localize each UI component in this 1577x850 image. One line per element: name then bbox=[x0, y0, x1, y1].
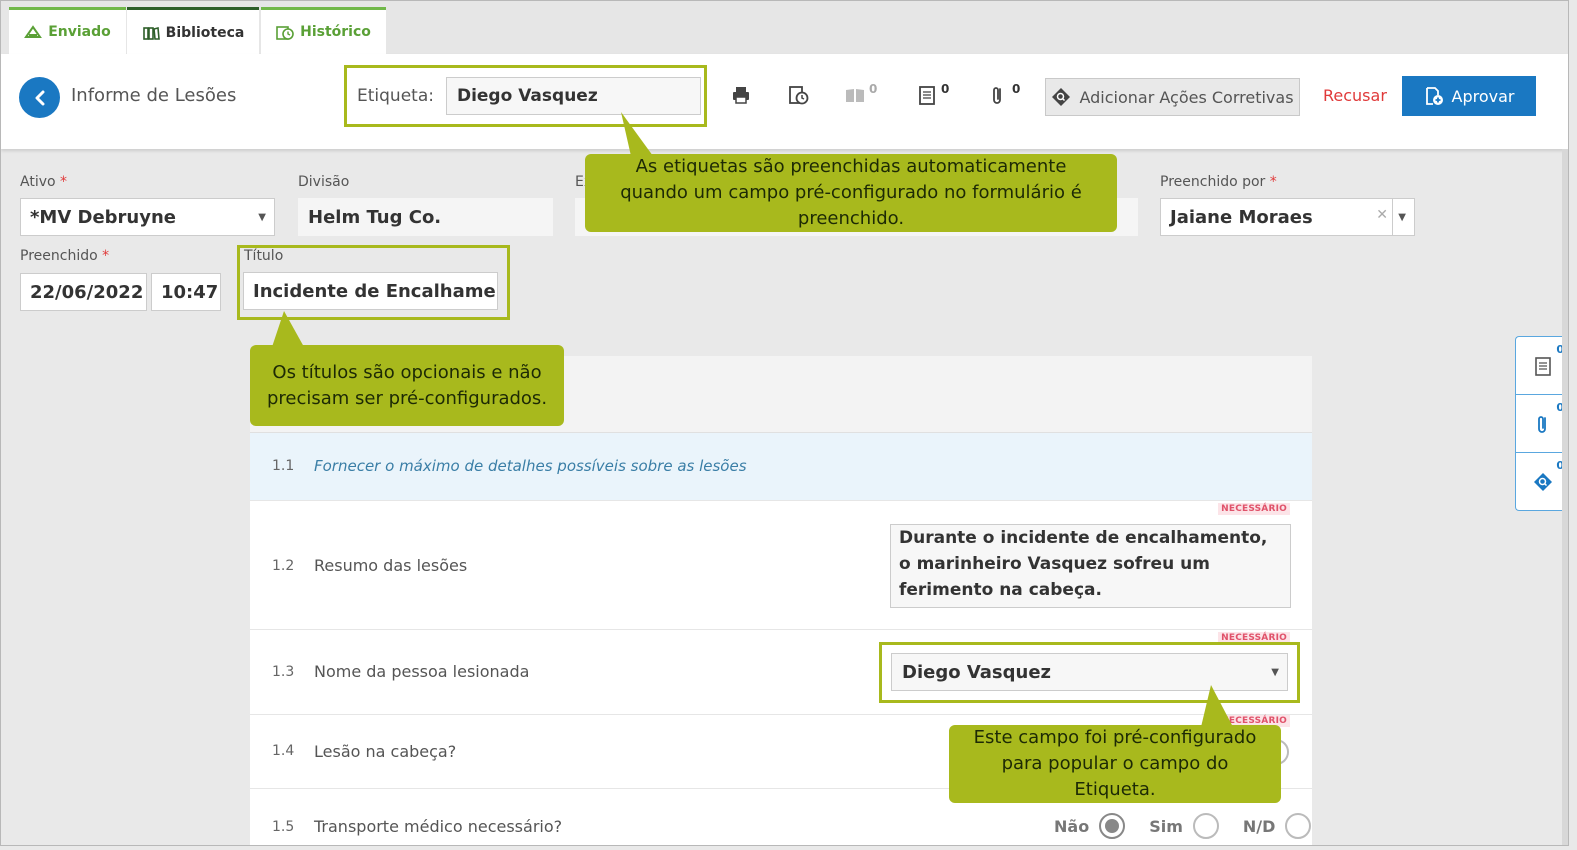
book-count: 0 bbox=[869, 82, 878, 96]
form-header: Informe de Lesões Etiqueta: Diego Vasque… bbox=[1, 54, 1568, 149]
callout-pointer bbox=[272, 311, 304, 347]
question-text: Resumo das lesões bbox=[314, 556, 468, 575]
tab-enviado[interactable]: Enviado bbox=[9, 7, 126, 54]
etiqueta-label: Etiqueta: bbox=[357, 86, 434, 106]
callout-pointer bbox=[1201, 685, 1233, 727]
callout-text: Os títulos são opcionais e não precisam … bbox=[266, 361, 548, 409]
paperclip-icon bbox=[993, 87, 1001, 104]
row-number: 1.2 bbox=[272, 558, 295, 574]
clock-document-icon bbox=[789, 86, 809, 105]
chevron-left-icon bbox=[35, 90, 44, 105]
row-number: 1.1 bbox=[272, 458, 295, 474]
side-panel: 0 0 0 bbox=[1515, 336, 1568, 511]
scrollbar[interactable] bbox=[1562, 149, 1568, 845]
print-button[interactable] bbox=[730, 84, 752, 106]
tab-biblioteca[interactable]: Biblioteca bbox=[127, 7, 259, 55]
divisao-label: Divisão bbox=[298, 174, 350, 190]
notes-icon bbox=[1535, 356, 1551, 376]
radio-label: Sim bbox=[1149, 816, 1183, 836]
library-icon bbox=[142, 26, 160, 40]
divider bbox=[1392, 199, 1393, 235]
preenchido-por-select[interactable]: Jaiane Moraes ✕ ▼ bbox=[1160, 198, 1415, 236]
callout-etiqueta: As etiquetas são preenchidas automaticam… bbox=[585, 112, 1117, 232]
question-text: Nome da pessoa lesionada bbox=[314, 662, 530, 681]
callout-text: As etiquetas são preenchidas automaticam… bbox=[620, 156, 1082, 229]
radio-nd[interactable] bbox=[1285, 813, 1312, 839]
callout-campo: Este campo foi pré-configurado para popu… bbox=[949, 685, 1281, 803]
paperclip-icon bbox=[1538, 415, 1546, 433]
question-text: Lesão na cabeça? bbox=[314, 742, 457, 761]
book-button[interactable]: 0 bbox=[844, 82, 878, 106]
pessoa-value: Diego Vasquez bbox=[902, 661, 1052, 683]
titulo-input[interactable]: Incidente de Encalhamento bbox=[243, 272, 498, 310]
tab-label: Histórico bbox=[300, 24, 371, 40]
print-icon bbox=[733, 87, 749, 104]
history-icon bbox=[276, 26, 294, 40]
attachments-count: 0 bbox=[1012, 82, 1021, 96]
diamond-search-icon bbox=[1052, 88, 1071, 106]
clear-icon[interactable]: ✕ bbox=[1376, 207, 1388, 223]
radio-label: Não bbox=[1054, 816, 1090, 836]
time-input[interactable]: 10:47 bbox=[151, 273, 221, 311]
titulo-label: Título bbox=[244, 248, 284, 264]
radio-group: Não Sim N/D bbox=[1054, 813, 1312, 839]
callout-titulo: Os títulos são opcionais e não precisam … bbox=[250, 311, 564, 426]
ativo-label: Ativo * bbox=[20, 174, 68, 190]
ativo-select[interactable]: *MV Debruyne ▼ bbox=[20, 198, 275, 236]
question-row: NECESSÁRIO 1.2 Resumo das lesões Durante… bbox=[250, 501, 1312, 630]
diamond-search-icon bbox=[1534, 473, 1552, 491]
caret-down-icon: ▼ bbox=[258, 212, 266, 223]
preenchido-por-value: Jaiane Moraes bbox=[1170, 206, 1313, 228]
tab-label: Enviado bbox=[48, 24, 111, 40]
required-badge: NECESSÁRIO bbox=[1218, 503, 1290, 515]
row-number: 1.4 bbox=[272, 743, 295, 759]
tab-historico[interactable]: Histórico bbox=[261, 7, 386, 54]
preenchido-label: Preenchido * bbox=[20, 248, 110, 264]
question-row: NECESSÁRIO 1.3 Nome da pessoa lesionada … bbox=[250, 630, 1312, 715]
page-title: Informe de Lesões bbox=[71, 85, 237, 106]
tab-bar: Enviado Biblioteca Histórico bbox=[1, 1, 1568, 55]
question-text: Transporte médico necessário? bbox=[314, 817, 563, 836]
callout-text: Este campo foi pré-configurado para popu… bbox=[973, 727, 1257, 800]
attachments-button[interactable]: 0 bbox=[987, 82, 1021, 106]
caret-down-icon: ▼ bbox=[1398, 212, 1406, 223]
section-row: 1.1 Fornecer o máximo de detalhes possív… bbox=[250, 433, 1312, 501]
row-number: 1.3 bbox=[272, 664, 295, 680]
app-frame: Enviado Biblioteca Histórico Informe de … bbox=[0, 0, 1569, 846]
callout-pointer bbox=[621, 112, 653, 156]
radio-sim[interactable] bbox=[1192, 813, 1219, 839]
book-icon bbox=[846, 89, 864, 102]
notes-icon bbox=[919, 86, 935, 105]
back-button[interactable] bbox=[19, 77, 60, 118]
notes-button[interactable]: 0 bbox=[916, 82, 950, 106]
preenchido-por-label: Preenchido por * bbox=[1160, 174, 1277, 190]
radio-label: N/D bbox=[1242, 816, 1276, 836]
row-number: 1.5 bbox=[272, 819, 295, 835]
resumo-textarea[interactable]: Durante o incidente de encalhamento, o m… bbox=[890, 524, 1291, 608]
caret-down-icon: ▼ bbox=[1271, 667, 1279, 678]
approve-document-icon bbox=[1425, 87, 1443, 105]
divisao-value: Helm Tug Co. bbox=[298, 198, 553, 236]
enviado-icon bbox=[24, 25, 43, 38]
reject-button[interactable]: Recusar bbox=[1323, 86, 1387, 105]
acoes-label: Adicionar Ações Corretivas bbox=[1079, 87, 1294, 107]
tab-label: Biblioteca bbox=[165, 24, 245, 41]
approve-button[interactable]: Aprovar bbox=[1402, 76, 1536, 116]
radio-nao[interactable] bbox=[1099, 813, 1126, 839]
notes-count: 0 bbox=[941, 82, 950, 96]
history-button[interactable] bbox=[787, 84, 809, 106]
date-input[interactable]: 22/06/2022 bbox=[20, 273, 147, 311]
approve-label: Aprovar bbox=[1451, 86, 1515, 106]
etiqueta-input[interactable]: Diego Vasquez bbox=[445, 77, 701, 115]
add-corrective-actions-button[interactable]: Adicionar Ações Corretivas bbox=[1045, 78, 1300, 116]
section-text: Fornecer o máximo de detalhes possíveis … bbox=[314, 457, 747, 475]
ativo-value: *MV Debruyne bbox=[30, 206, 177, 228]
